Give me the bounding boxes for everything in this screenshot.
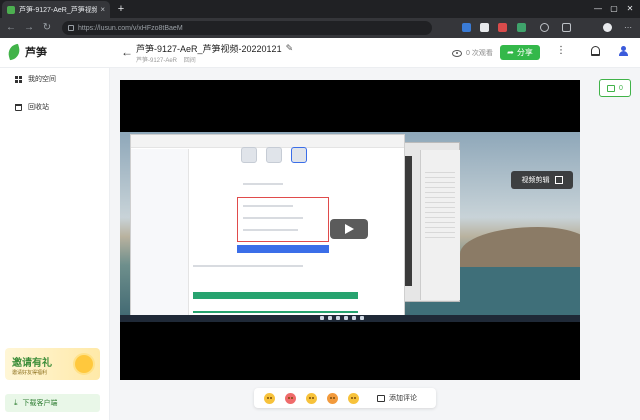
comment-count-button[interactable]: 0 bbox=[599, 79, 631, 97]
logo-text: 芦笋 bbox=[25, 47, 47, 59]
address-bar[interactable]: https://lusun.com/v/xHFzo8tBaeM bbox=[62, 21, 432, 35]
sidebar-item-label: 回收站 bbox=[28, 104, 49, 111]
url-text: https://lusun.com/v/xHFzo8tBaeM bbox=[78, 24, 183, 32]
add-comment-label: 添加评论 bbox=[389, 395, 417, 402]
thumbs-up-icon[interactable] bbox=[264, 392, 275, 404]
trash-icon bbox=[15, 103, 22, 111]
leaf-logo-icon bbox=[6, 43, 22, 61]
comment-icon bbox=[377, 394, 385, 402]
share-button[interactable]: ➦ 分享 bbox=[500, 45, 540, 60]
video-title-text: 芦笋-9127-AeR_芦笋视频-20220121 bbox=[136, 44, 282, 54]
back-nav-icon[interactable]: ← bbox=[4, 21, 18, 35]
share-arrow-icon: ➦ bbox=[507, 48, 514, 57]
surprised-icon[interactable] bbox=[348, 392, 359, 404]
sidebar-item-label: 我的空间 bbox=[28, 76, 56, 83]
owner-name: 芦笋-9127-AeR bbox=[136, 58, 178, 64]
coin-icon bbox=[75, 355, 93, 373]
comment-icon bbox=[607, 84, 616, 92]
video-edit-icon bbox=[554, 176, 563, 184]
view-count-text: 0 次观看 bbox=[466, 50, 493, 57]
sidebar: 我的空间 回收站 邀请有礼 邀请好友得福利 ⤓ 下载客户端 bbox=[0, 68, 110, 420]
lock-icon bbox=[68, 25, 74, 31]
video-content-taskbar bbox=[120, 315, 580, 322]
sidebar-item-trash[interactable]: 回收站 bbox=[15, 102, 49, 112]
tab-close-icon[interactable]: × bbox=[100, 5, 105, 14]
maximize-button[interactable]: ▢ bbox=[606, 0, 622, 18]
view-count: 0 次观看 bbox=[452, 48, 493, 58]
forward-nav-icon[interactable]: → bbox=[22, 21, 36, 35]
back-arrow-icon[interactable]: ← bbox=[121, 45, 133, 59]
user-avatar-icon[interactable] bbox=[618, 46, 628, 57]
play-icon[interactable] bbox=[330, 219, 368, 239]
promo-subtitle: 邀请好友得福利 bbox=[12, 370, 48, 376]
download-client-button[interactable]: ⤓ 下载客户端 bbox=[5, 394, 100, 412]
grid-icon bbox=[15, 75, 22, 83]
promo-title: 邀请有礼 bbox=[12, 358, 52, 369]
lusun-logo[interactable]: 芦笋 bbox=[6, 43, 47, 61]
party-icon[interactable] bbox=[327, 392, 338, 404]
close-window-button[interactable]: ✕ bbox=[622, 0, 638, 18]
browser-tab[interactable]: 芦笋-9127-AeR_芦笋视频-2022 × bbox=[2, 1, 110, 18]
extension-shield-icon[interactable] bbox=[462, 23, 471, 32]
sidebar-item-my-space[interactable]: 我的空间 bbox=[15, 74, 56, 84]
video-player[interactable]: 视频剪辑 bbox=[120, 80, 580, 380]
download-label: 下载客户端 bbox=[22, 400, 58, 407]
reload-icon[interactable]: ↻ bbox=[40, 21, 54, 35]
app-header: 芦笋 ← 芦笋-9127-AeR_芦笋视频-20220121 ✎ 芦笋-9127… bbox=[0, 38, 640, 68]
minimize-button[interactable]: — bbox=[590, 0, 606, 18]
edit-title-icon[interactable]: ✎ bbox=[286, 43, 294, 54]
extension-puzzle-icon[interactable] bbox=[562, 23, 571, 32]
heart-eyes-icon[interactable] bbox=[285, 392, 296, 404]
extension-green-icon[interactable] bbox=[517, 23, 526, 32]
owner-info: 芦笋-9127-AeR 回间 bbox=[136, 55, 196, 64]
profile-icon[interactable] bbox=[603, 23, 612, 32]
video-edit-button[interactable]: 视频剪辑 bbox=[511, 171, 573, 189]
browser-tabbar: 芦笋-9127-AeR_芦笋视频-2022 × + — ▢ ✕ bbox=[0, 0, 640, 18]
download-icon: ⤓ bbox=[14, 398, 18, 407]
browser-menu-icon[interactable]: ⋯ bbox=[624, 23, 633, 32]
lusun-favicon-icon bbox=[7, 5, 15, 14]
extension-red-icon[interactable] bbox=[498, 23, 507, 32]
share-label: 分享 bbox=[516, 48, 533, 57]
notification-bell-icon[interactable] bbox=[591, 46, 600, 56]
reaction-bar: 添加评论 bbox=[254, 388, 436, 408]
browser-toolbar: ← → ↻ https://lusun.com/v/xHFzo8tBaeM ⋯ bbox=[0, 18, 640, 38]
eye-icon bbox=[452, 49, 462, 57]
extension-badge-icon[interactable] bbox=[480, 23, 489, 32]
more-options-icon[interactable]: ⋮ bbox=[556, 45, 566, 56]
comment-count: 0 bbox=[619, 84, 623, 92]
invite-promo-banner[interactable]: 邀请有礼 邀请好友得福利 bbox=[5, 348, 100, 380]
tab-title: 芦笋-9127-AeR_芦笋视频-2022 bbox=[19, 6, 98, 14]
video-title: 芦笋-9127-AeR_芦笋视频-20220121 ✎ bbox=[136, 42, 293, 55]
owner-tag[interactable]: 回间 bbox=[184, 58, 196, 64]
add-comment-button[interactable]: 添加评论 bbox=[377, 393, 417, 403]
video-edit-label: 视频剪辑 bbox=[521, 177, 550, 184]
clap-icon[interactable] bbox=[306, 392, 317, 404]
new-tab-button[interactable]: + bbox=[115, 2, 127, 16]
extension-circle-icon[interactable] bbox=[540, 23, 549, 32]
